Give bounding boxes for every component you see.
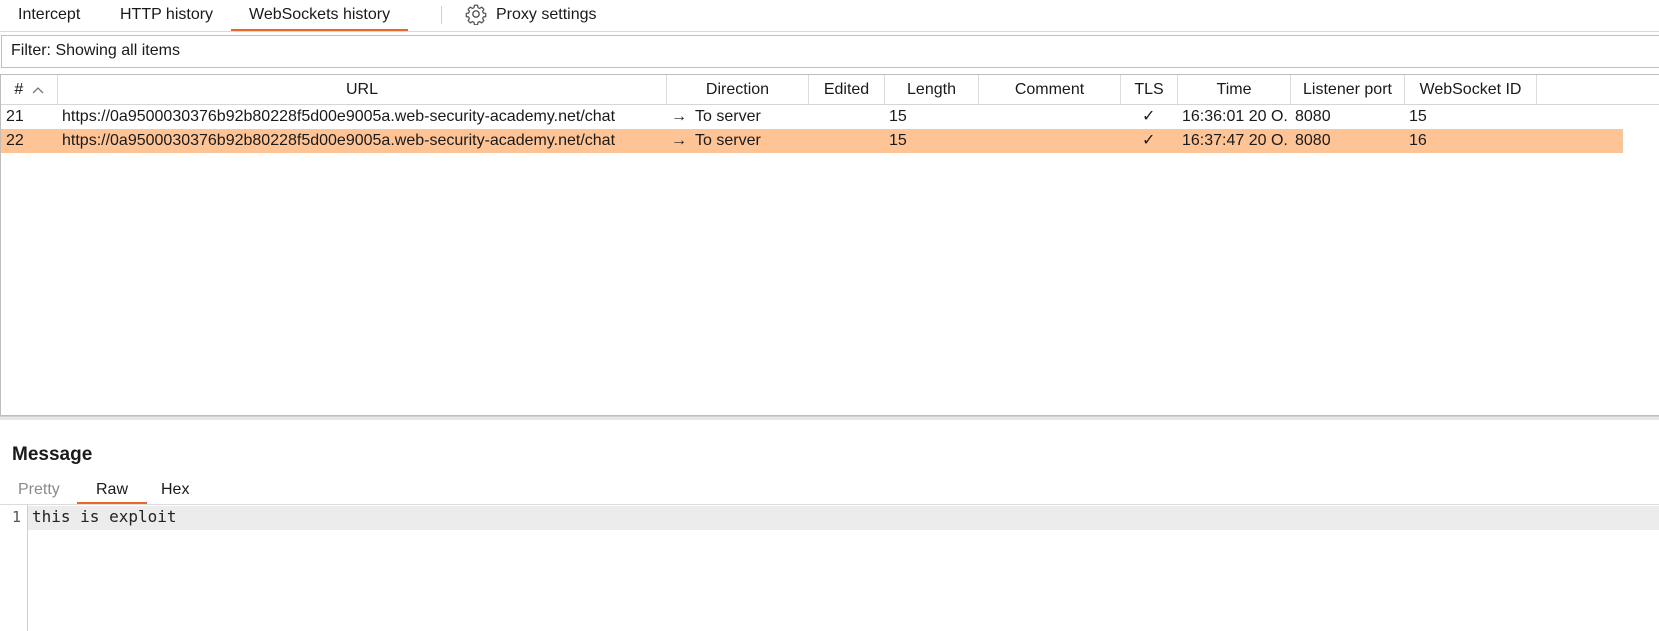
sort-ascending-icon bbox=[32, 86, 44, 94]
check-icon: ✓ bbox=[1142, 108, 1156, 125]
cell-direction: To server bbox=[695, 132, 761, 149]
column-header-websocket-id[interactable]: WebSocket ID bbox=[1405, 75, 1537, 104]
panel-splitter[interactable] bbox=[0, 416, 1659, 420]
tab-hex[interactable]: Hex bbox=[161, 478, 189, 502]
tab-separator bbox=[441, 6, 442, 24]
cell-length: 15 bbox=[889, 132, 907, 149]
column-header-time[interactable]: Time bbox=[1178, 75, 1291, 104]
arrow-right-icon: → bbox=[671, 108, 687, 125]
cell-time: 16:37:47 20 O... bbox=[1182, 132, 1288, 149]
cell-url: https://0a9500030376b92b80228f5d00e9005a… bbox=[62, 132, 616, 149]
gear-icon[interactable] bbox=[465, 3, 487, 25]
table-header: # URL Direction Edited Length Comment TL… bbox=[1, 75, 1659, 105]
cell-websocket-id: 15 bbox=[1409, 108, 1427, 125]
arrow-right-icon: → bbox=[671, 132, 687, 149]
check-icon: ✓ bbox=[1142, 132, 1156, 149]
cell-direction: To server bbox=[695, 108, 761, 125]
cell-time: 16:36:01 20 O... bbox=[1182, 108, 1288, 125]
filter-text: Filter: Showing all items bbox=[11, 42, 180, 59]
tab-intercept[interactable]: Intercept bbox=[18, 4, 80, 26]
column-header-direction[interactable]: Direction bbox=[667, 75, 809, 104]
column-header-tls[interactable]: TLS bbox=[1121, 75, 1178, 104]
current-line-highlight bbox=[28, 506, 1659, 530]
cell-number: 21 bbox=[6, 108, 24, 125]
table-row-selected[interactable]: 22 https://0a9500030376b92b80228f5d00e90… bbox=[1, 129, 1623, 153]
column-header-number[interactable]: # bbox=[1, 75, 58, 104]
column-header-listener-port[interactable]: Listener port bbox=[1291, 75, 1405, 104]
tab-proxy-settings[interactable]: Proxy settings bbox=[496, 4, 596, 26]
line-number: 1 bbox=[12, 508, 22, 526]
cell-number: 22 bbox=[6, 132, 24, 149]
column-header-edited[interactable]: Edited bbox=[809, 75, 885, 104]
column-header-url[interactable]: URL bbox=[58, 75, 667, 104]
tab-http-history[interactable]: HTTP history bbox=[120, 4, 213, 26]
table-row[interactable]: 21 https://0a9500030376b92b80228f5d00e90… bbox=[1, 105, 1623, 129]
column-header-comment[interactable]: Comment bbox=[979, 75, 1121, 104]
cell-listener-port: 8080 bbox=[1295, 132, 1331, 149]
message-panel-title: Message bbox=[12, 444, 93, 465]
tab-pretty[interactable]: Pretty bbox=[18, 478, 60, 502]
message-editor-text[interactable]: this is exploit bbox=[32, 507, 177, 526]
tab-raw[interactable]: Raw bbox=[77, 478, 148, 504]
websockets-history-table: # URL Direction Edited Length Comment TL… bbox=[0, 74, 1659, 416]
cell-listener-port: 8080 bbox=[1295, 108, 1331, 125]
divider bbox=[0, 504, 1659, 505]
proxy-tab-bar: Intercept HTTP history WebSockets histor… bbox=[0, 0, 1659, 32]
cell-length: 15 bbox=[889, 108, 907, 125]
column-header-length[interactable]: Length bbox=[885, 75, 979, 104]
cell-url: https://0a9500030376b92b80228f5d00e9005a… bbox=[62, 108, 616, 125]
cell-websocket-id: 16 bbox=[1409, 132, 1427, 149]
tab-websockets-history[interactable]: WebSockets history bbox=[231, 4, 409, 31]
filter-bar[interactable]: Filter: Showing all items bbox=[1, 35, 1659, 68]
